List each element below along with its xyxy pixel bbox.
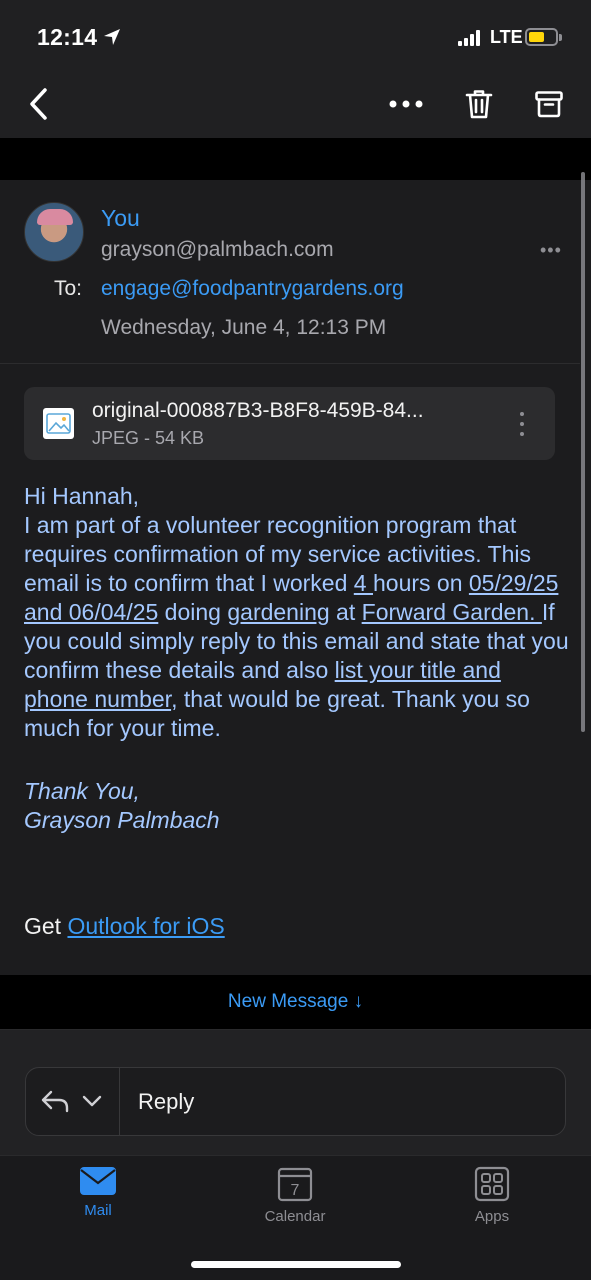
image-file-icon: [43, 408, 74, 439]
archive-button[interactable]: [532, 70, 566, 138]
sender-name[interactable]: You: [101, 205, 140, 232]
message-toolbar: [0, 70, 591, 138]
location-arrow-icon: [104, 29, 120, 45]
tab-mail[interactable]: Mail: [38, 1166, 158, 1236]
delete-button[interactable]: [462, 70, 496, 138]
reply-divider: [119, 1068, 120, 1135]
status-time: 12:14: [37, 24, 98, 50]
body-text-4: at: [329, 599, 362, 625]
tab-calendar[interactable]: 7 Calendar: [235, 1166, 355, 1236]
reply-arrow-icon[interactable]: [40, 1088, 70, 1114]
footer-prefix: Get: [24, 913, 68, 939]
signal-icon: [458, 30, 480, 46]
activity-value: gardening: [227, 599, 330, 625]
signoff-name: Grayson Palmbach: [24, 807, 220, 833]
hours-value: 4: [353, 570, 373, 596]
signoff-line: Thank You,: [24, 778, 140, 804]
reply-area: Reply: [0, 1029, 591, 1155]
status-bar: 12:14 LTE: [0, 0, 591, 70]
tab-apps[interactable]: Apps: [432, 1166, 552, 1236]
home-indicator: [191, 1261, 401, 1268]
header-more-icon[interactable]: •••: [540, 240, 562, 261]
body-text-2: hours on: [372, 570, 469, 596]
tab-mail-label: Mail: [84, 1202, 112, 1219]
chevron-down-icon[interactable]: [82, 1094, 102, 1108]
calendar-icon: 7: [277, 1167, 313, 1202]
attachment-card[interactable]: original-000887B3-B8F8-459B-84... JPEG -…: [24, 387, 555, 460]
attachment-name: original-000887B3-B8F8-459B-84...: [92, 399, 424, 422]
back-button[interactable]: [20, 70, 56, 138]
divider: [0, 363, 580, 364]
more-actions-button[interactable]: [386, 70, 426, 138]
battery-icon: [525, 28, 562, 46]
signature: Thank You, Grayson Palmbach: [24, 777, 220, 835]
tab-apps-label: Apps: [474, 1208, 510, 1225]
reply-button[interactable]: Reply: [138, 1089, 194, 1115]
location-value: Forward Garden.: [361, 599, 542, 625]
new-message-bar: New Message ↓: [0, 975, 591, 1029]
back-chevron-icon: [30, 88, 47, 120]
outlook-link[interactable]: Outlook for iOS: [67, 913, 224, 939]
tab-calendar-label: Calendar: [264, 1208, 326, 1225]
message-view: You grayson@palmbach.com ••• To: engage@…: [0, 180, 591, 975]
scrollbar[interactable]: [581, 172, 585, 732]
message-body: Hi Hannah, I am part of a volunteer reco…: [24, 482, 569, 743]
trash-icon: [465, 90, 493, 119]
calendar-day: 7: [291, 1182, 300, 1199]
body-paragraph: I am part of a volunteer recognition pro…: [24, 511, 569, 743]
network-type: LTE: [490, 27, 523, 47]
archive-icon: [535, 91, 563, 118]
sender-email: grayson@palmbach.com: [101, 238, 334, 261]
mail-icon: [80, 1167, 116, 1195]
apps-grid-icon: [474, 1166, 510, 1202]
outlook-footer: Get Outlook for iOS: [24, 913, 225, 940]
avatar[interactable]: [24, 202, 84, 262]
body-text-3: doing: [158, 599, 228, 625]
reply-box[interactable]: Reply: [25, 1067, 566, 1136]
more-icon: [389, 100, 423, 108]
new-message-button[interactable]: New Message ↓: [228, 991, 363, 1013]
header-separator: [0, 138, 591, 180]
recipient-address[interactable]: engage@foodpantrygardens.org: [101, 277, 404, 301]
attachment-meta: JPEG - 54 KB: [92, 428, 205, 448]
message-date: Wednesday, June 4, 12:13 PM: [101, 316, 387, 339]
greeting: Hi Hannah,: [24, 483, 140, 509]
to-label: To:: [54, 277, 83, 300]
attachment-more-icon[interactable]: [512, 409, 532, 439]
